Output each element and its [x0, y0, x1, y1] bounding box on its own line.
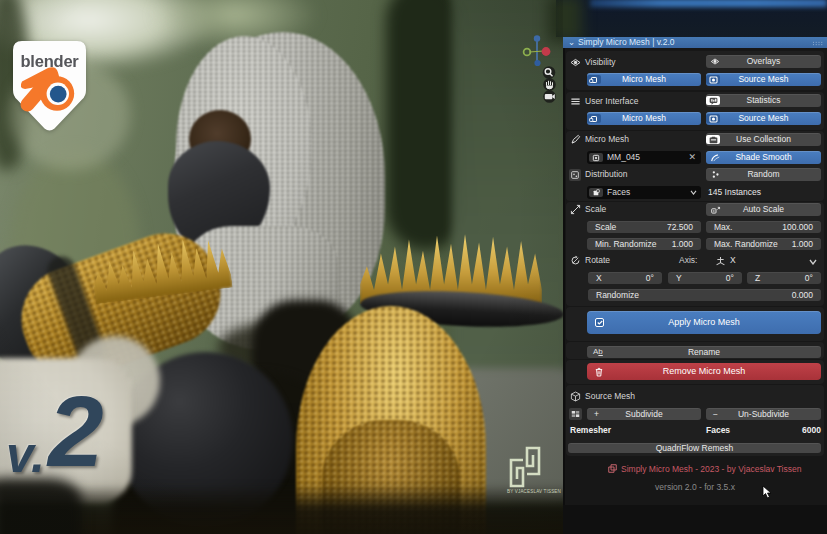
svg-text:blender: blender [20, 52, 79, 70]
